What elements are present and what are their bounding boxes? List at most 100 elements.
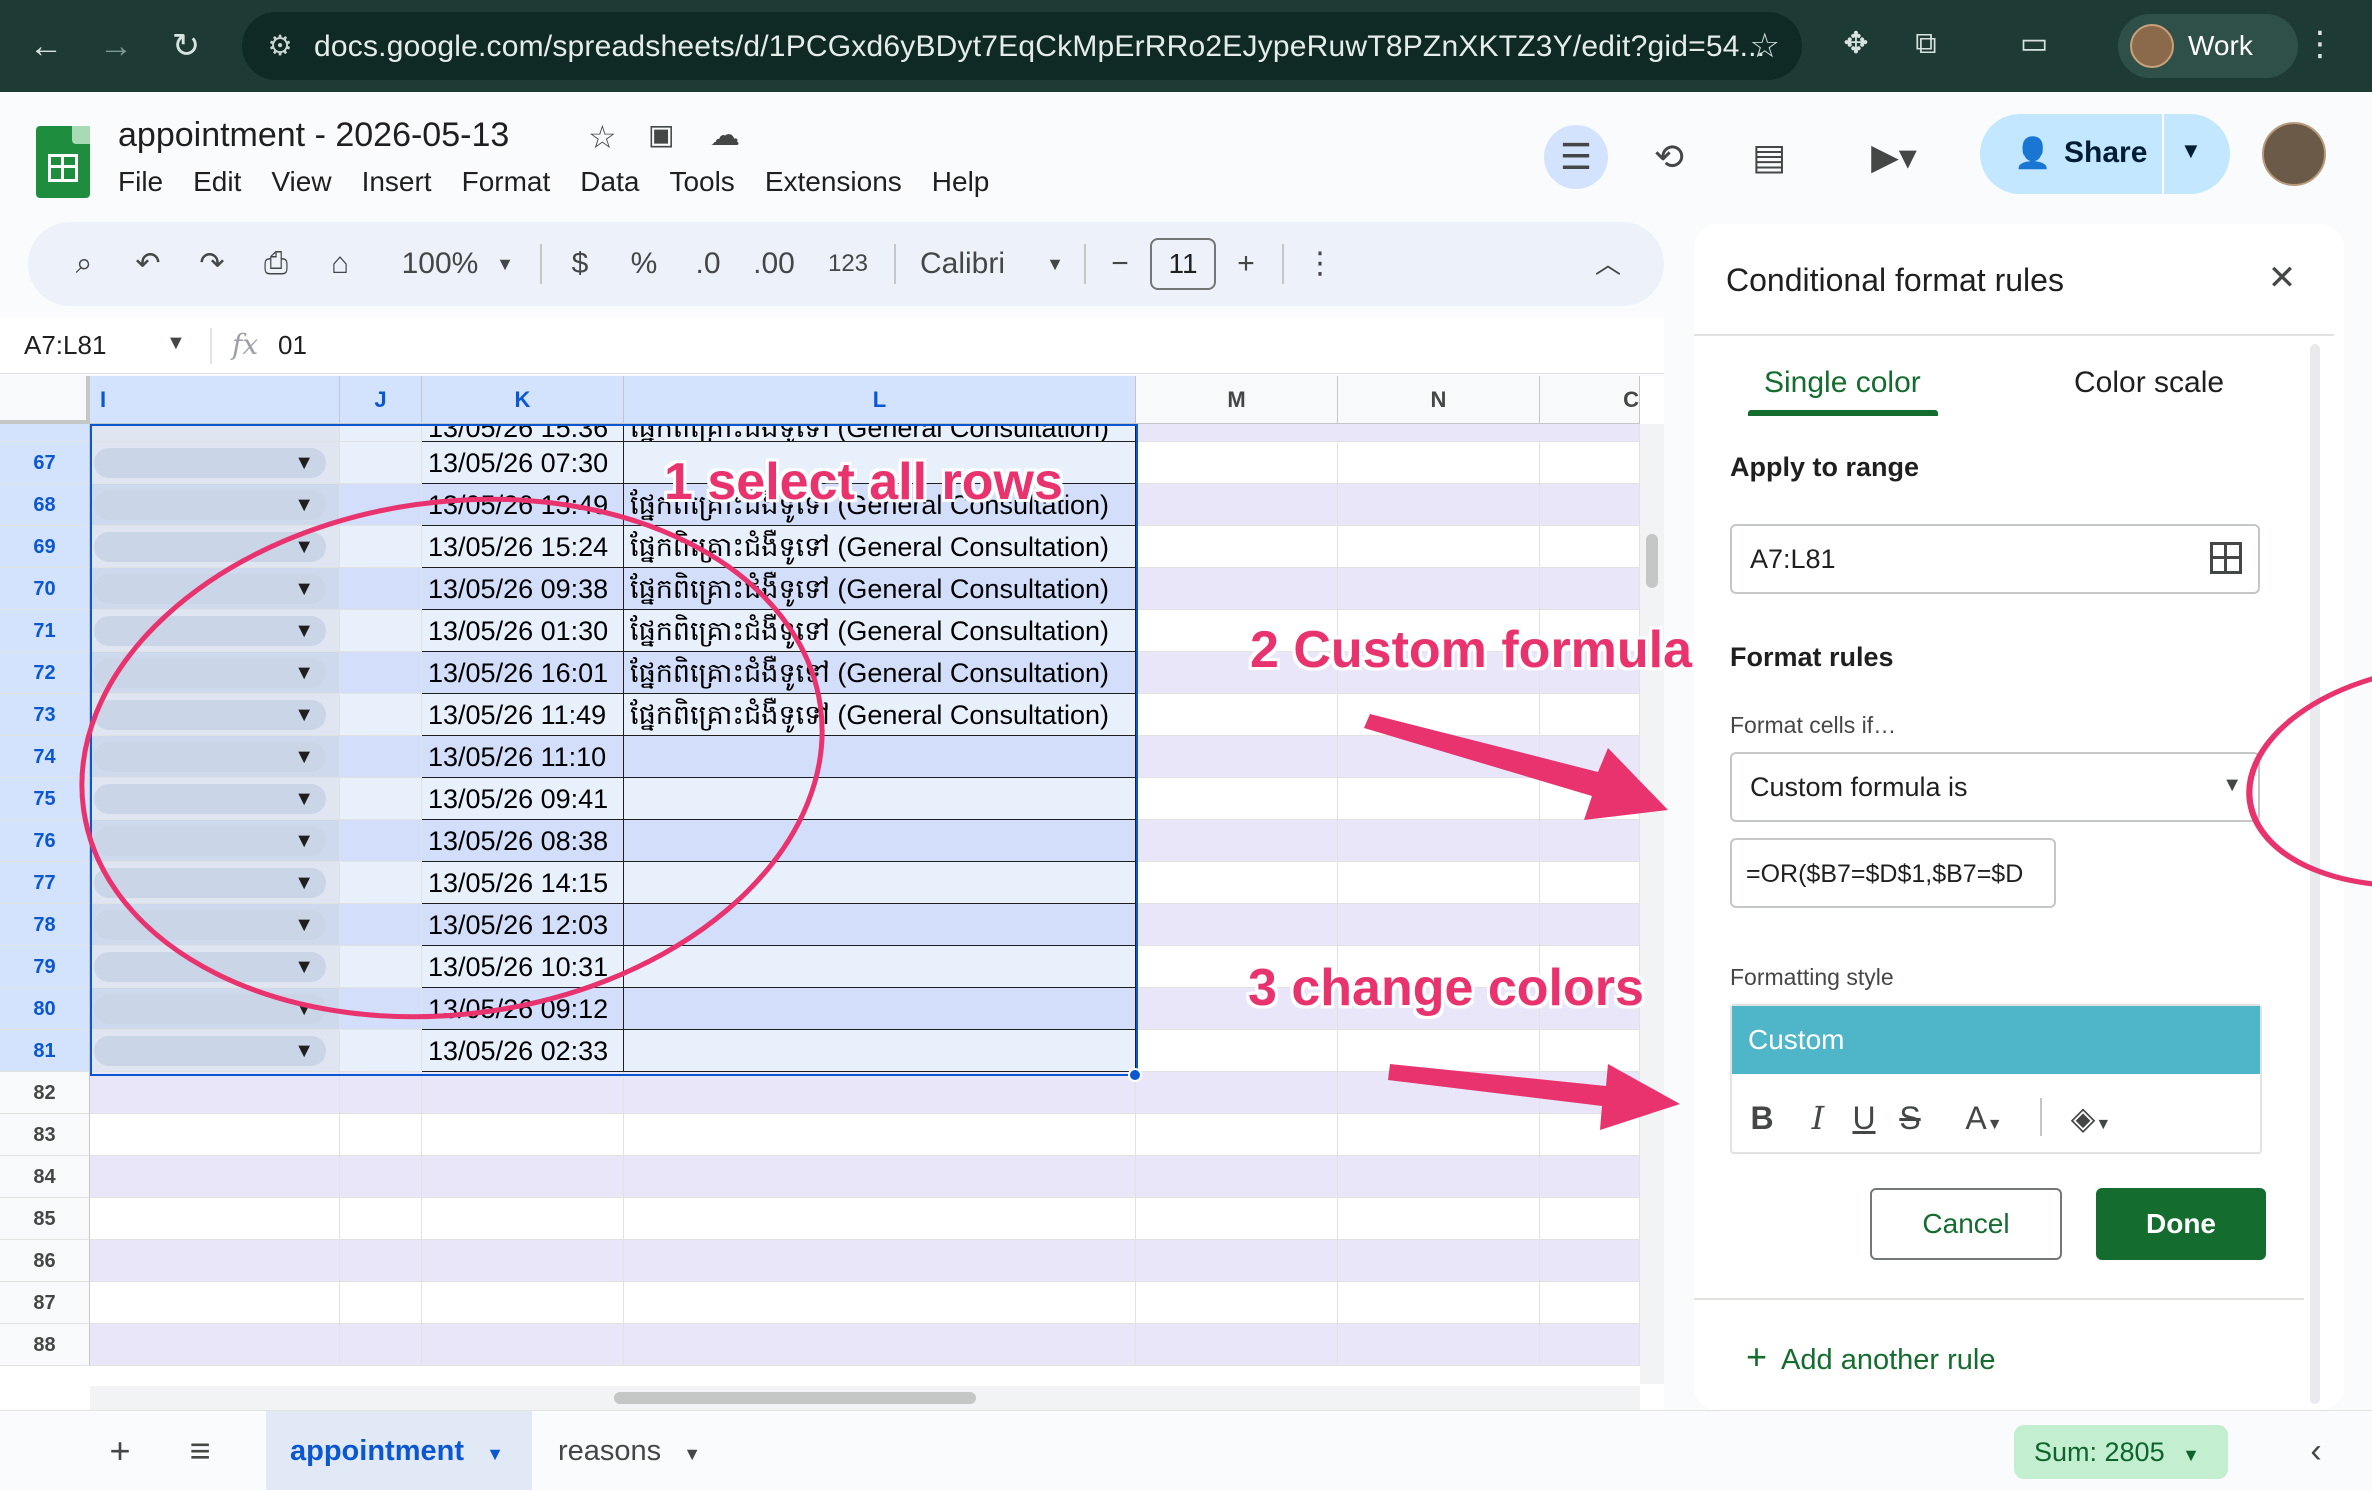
comments-icon[interactable]: ▤: [1744, 132, 1794, 182]
cell-o[interactable]: [1540, 1198, 1640, 1240]
profile-chip[interactable]: Work: [2118, 14, 2298, 78]
search-icon[interactable]: ⌕: [62, 242, 106, 286]
cell-i[interactable]: ▼: [90, 694, 340, 736]
cell-i[interactable]: ▼: [90, 568, 340, 610]
font-size-input[interactable]: 11: [1150, 238, 1216, 290]
dropdown-chip[interactable]: ▼: [94, 952, 326, 982]
cell-j[interactable]: [340, 778, 422, 820]
dropdown-chip[interactable]: ▼: [94, 700, 326, 730]
sheets-logo-icon[interactable]: [36, 126, 90, 198]
cell-o[interactable]: [1540, 484, 1640, 526]
more-formats-button[interactable]: 123: [818, 242, 878, 286]
cell-k[interactable]: 13/05/26 07:30: [422, 442, 624, 484]
dropdown-chip[interactable]: ▼: [94, 490, 326, 520]
row-number[interactable]: 69: [0, 526, 90, 568]
decrease-font-size-button[interactable]: −: [1098, 242, 1142, 286]
cell-j[interactable]: [340, 1072, 422, 1114]
cell-l[interactable]: [624, 1030, 1136, 1072]
cell-l[interactable]: [624, 862, 1136, 904]
cell-i[interactable]: ▼: [90, 1030, 340, 1072]
cell-m[interactable]: [1136, 904, 1338, 946]
share-caret-icon[interactable]: ▼: [2180, 138, 2202, 164]
menu-data[interactable]: Data: [580, 166, 639, 206]
cell-m[interactable]: [1136, 1072, 1338, 1114]
horizontal-scrollbar[interactable]: [90, 1386, 1640, 1410]
dropdown-chip[interactable]: ▼: [94, 658, 326, 688]
cell-o[interactable]: [1540, 1324, 1640, 1366]
row-number[interactable]: 74: [0, 736, 90, 778]
cloud-status-icon[interactable]: ☁: [710, 118, 740, 153]
font-family-select[interactable]: Calibri: [908, 242, 1038, 286]
cell-o[interactable]: [1540, 1240, 1640, 1282]
star-icon[interactable]: ☆: [588, 118, 617, 156]
cell-l[interactable]: [624, 778, 1136, 820]
cell-i[interactable]: ▼: [90, 778, 340, 820]
cell-k[interactable]: [422, 1324, 624, 1366]
cell-k[interactable]: [422, 1072, 624, 1114]
underline-icon[interactable]: U: [1844, 1096, 1884, 1140]
cell-i[interactable]: ▼: [90, 526, 340, 568]
row-number[interactable]: 82: [0, 1072, 90, 1114]
select-all-corner[interactable]: [0, 376, 90, 424]
cell-k[interactable]: 13/05/26 09:41: [422, 778, 624, 820]
cell-n[interactable]: [1338, 862, 1540, 904]
cell-i[interactable]: ▼: [90, 484, 340, 526]
cell-i[interactable]: [90, 424, 340, 442]
dropdown-chip[interactable]: ▼: [94, 616, 326, 646]
cell-l[interactable]: [624, 1324, 1136, 1366]
row-number[interactable]: 87: [0, 1282, 90, 1324]
cell-l[interactable]: ផ្នែកពិគ្រោះជំងឺទូទៅ (General Consultati…: [624, 526, 1136, 568]
column-header-m[interactable]: M: [1136, 376, 1338, 424]
dropdown-chip[interactable]: ▼: [94, 532, 326, 562]
cell-l[interactable]: [624, 1240, 1136, 1282]
cell-j[interactable]: [340, 568, 422, 610]
dropdown-caret-icon[interactable]: ▼: [294, 868, 314, 898]
move-folder-icon[interactable]: ▣: [648, 118, 674, 151]
dropdown-chip[interactable]: ▼: [94, 868, 326, 898]
cell-j[interactable]: [340, 694, 422, 736]
cell-j[interactable]: [340, 1114, 422, 1156]
style-preview[interactable]: Custom: [1732, 1006, 2260, 1074]
cell-j[interactable]: [340, 946, 422, 988]
row-number[interactable]: 88: [0, 1324, 90, 1366]
vertical-scrollbar[interactable]: [1640, 424, 1664, 1384]
row-number[interactable]: 84: [0, 1156, 90, 1198]
cell-o[interactable]: [1540, 1114, 1640, 1156]
row-number[interactable]: 83: [0, 1114, 90, 1156]
cell-n[interactable]: [1338, 1156, 1540, 1198]
tracking-icon[interactable]: ✥: [1836, 24, 1876, 64]
currency-format-button[interactable]: $: [558, 242, 602, 286]
row-number[interactable]: 79: [0, 946, 90, 988]
percent-format-button[interactable]: %: [622, 242, 666, 286]
dropdown-chip[interactable]: ▼: [94, 784, 326, 814]
menu-extensions[interactable]: Extensions: [765, 166, 902, 206]
cell-i[interactable]: ▼: [90, 610, 340, 652]
close-icon[interactable]: ✕: [2262, 258, 2302, 298]
cell-k[interactable]: [422, 1114, 624, 1156]
cell-m[interactable]: [1136, 484, 1338, 526]
reload-icon[interactable]: ↻: [166, 26, 206, 66]
cell-o[interactable]: [1540, 820, 1640, 862]
row-number[interactable]: 77: [0, 862, 90, 904]
sum-status-chip[interactable]: Sum: 2805 ▼: [2014, 1425, 2228, 1479]
fill-handle[interactable]: [1128, 1068, 1142, 1082]
collapse-toolbar-icon[interactable]: ︿: [1586, 242, 1630, 286]
cell-o[interactable]: [1540, 1156, 1640, 1198]
add-sheet-icon[interactable]: +: [98, 1429, 142, 1473]
site-settings-icon[interactable]: ⚙: [262, 28, 298, 64]
cell-k[interactable]: 13/05/26 01:30: [422, 610, 624, 652]
decrease-decimal-button[interactable]: .0: [680, 242, 736, 286]
cell-j[interactable]: [340, 610, 422, 652]
cell-k[interactable]: [422, 1156, 624, 1198]
cell-l[interactable]: [624, 988, 1136, 1030]
menu-format[interactable]: Format: [462, 166, 551, 206]
cell-n[interactable]: [1338, 778, 1540, 820]
cell-k[interactable]: 13/05/26 11:10: [422, 736, 624, 778]
column-header-i[interactable]: I: [90, 376, 340, 424]
cell-o[interactable]: [1540, 568, 1640, 610]
add-another-rule-button[interactable]: + Add another rule: [1746, 1336, 1995, 1378]
row-number[interactable]: 68: [0, 484, 90, 526]
paint-format-icon[interactable]: ⌂: [318, 242, 362, 286]
custom-formula-input[interactable]: =OR($B7=$D$1,$B7=$D: [1730, 838, 2056, 908]
row-number[interactable]: 86: [0, 1240, 90, 1282]
